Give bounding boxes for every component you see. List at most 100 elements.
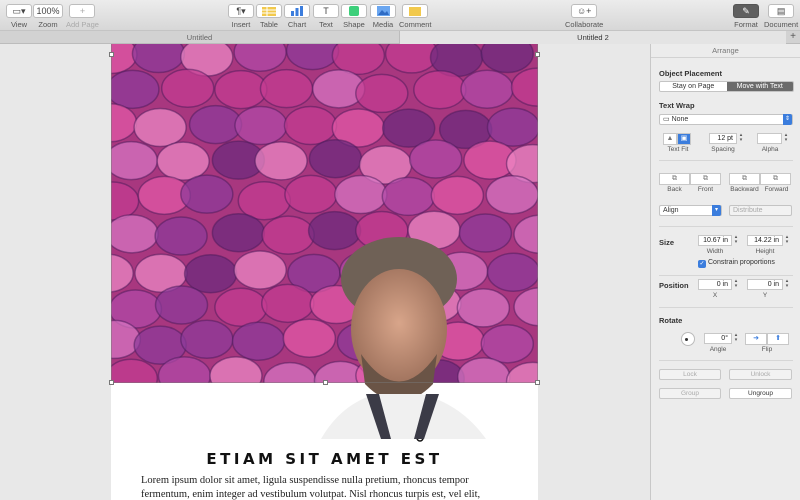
- chart-icon: [284, 4, 310, 18]
- alpha-field[interactable]: [757, 133, 782, 144]
- text-fit-caption: Text Fit: [667, 146, 689, 153]
- shape-button[interactable]: Shape: [341, 4, 367, 29]
- angle-caption: Angle: [709, 346, 727, 353]
- lock-button[interactable]: Lock: [659, 369, 721, 380]
- text-button[interactable]: T Text: [313, 4, 339, 29]
- divider: [659, 226, 793, 227]
- text-wrap-label: Text Wrap: [659, 101, 695, 110]
- plus-icon: +: [69, 4, 96, 18]
- toolbar: ▭▾ View 100% Zoom + Add Page ¶▾ Insert T…: [0, 0, 800, 31]
- paragraph-icon: ¶▾: [228, 4, 254, 18]
- stepper-icon[interactable]: ▴ ▾: [738, 133, 744, 144]
- stepper-icon[interactable]: ▴ ▾: [733, 333, 739, 344]
- back-icon[interactable]: ⧉: [659, 173, 690, 185]
- alpha-caption: Alpha: [761, 146, 779, 153]
- fit-bounds-icon[interactable]: ▣: [677, 133, 691, 145]
- tab-bar: Untitled Untitled 2 +: [0, 31, 800, 44]
- tab-untitled[interactable]: Untitled: [0, 31, 400, 44]
- stay-on-page-option[interactable]: Stay on Page: [660, 82, 727, 91]
- stepper-icon[interactable]: ▴ ▾: [784, 235, 790, 246]
- text-fit-control: ▲ ▣: [663, 133, 691, 145]
- placement-control: Stay on Page Move with Text: [659, 81, 794, 92]
- unlock-button[interactable]: Unlock: [729, 369, 792, 380]
- forward-caption: Forward: [764, 186, 789, 193]
- paintbrush-icon: ✎: [733, 4, 759, 18]
- tab-arrange[interactable]: Arrange: [651, 44, 800, 58]
- insert-button[interactable]: ¶▾ Insert: [228, 4, 254, 29]
- back-front-control: ⧉ ⧉: [659, 173, 721, 185]
- portrait-image[interactable]: [321, 234, 486, 444]
- width-field[interactable]: 10.67 in: [698, 235, 732, 246]
- wrap-icon: ▭: [663, 116, 672, 123]
- constrain-checkbox[interactable]: ✓: [698, 260, 706, 268]
- y-field[interactable]: 0 in: [747, 279, 783, 290]
- object-placement-label: Object Placement: [659, 69, 722, 78]
- media-button[interactable]: Media: [370, 4, 396, 29]
- table-icon: [256, 4, 282, 18]
- align-select[interactable]: Align ▾: [659, 205, 722, 216]
- spacing-field[interactable]: 12 pt: [709, 133, 737, 144]
- new-tab-icon[interactable]: +: [788, 32, 798, 42]
- backward-icon[interactable]: ⧉: [729, 173, 760, 185]
- y-caption: Y: [762, 292, 768, 299]
- width-caption: Width: [706, 248, 724, 255]
- chevron-updown-icon: ⇕: [783, 114, 792, 125]
- size-label: Size: [659, 238, 675, 247]
- document-canvas[interactable]: ETIAM SIT AMET EST Lorem ipsum dolor sit…: [0, 44, 650, 500]
- flip-horizontal-icon[interactable]: ➜: [745, 333, 767, 345]
- table-button[interactable]: Table: [256, 4, 282, 29]
- fit-shape-icon[interactable]: ▲: [663, 133, 677, 145]
- comment-icon: [402, 4, 429, 18]
- document-title[interactable]: ETIAM SIT AMET EST: [111, 450, 538, 468]
- spacing-caption: Spacing: [711, 146, 735, 153]
- front-icon[interactable]: ⧉: [690, 173, 721, 185]
- height-field[interactable]: 14.22 in: [747, 235, 783, 246]
- back-caption: Back: [667, 186, 682, 193]
- height-caption: Height: [755, 248, 775, 255]
- divider: [659, 275, 793, 276]
- divider: [659, 160, 793, 161]
- stepper-icon[interactable]: ▴ ▾: [733, 235, 739, 246]
- distribute-select[interactable]: Distribute: [729, 205, 792, 216]
- comment-button[interactable]: Comment: [399, 4, 432, 29]
- front-caption: Front: [697, 186, 714, 193]
- media-icon: [370, 4, 396, 18]
- angle-field[interactable]: 0°: [704, 333, 732, 344]
- position-label: Position: [659, 281, 689, 290]
- move-with-text-option[interactable]: Move with Text: [726, 82, 793, 91]
- page: ETIAM SIT AMET EST Lorem ipsum dolor sit…: [111, 44, 538, 500]
- chart-button[interactable]: Chart: [284, 4, 310, 29]
- stepper-icon[interactable]: ▴ ▾: [733, 279, 739, 290]
- divider: [659, 307, 793, 308]
- x-field[interactable]: 0 in: [698, 279, 732, 290]
- backward-caption: Backward: [730, 186, 759, 193]
- shape-icon: [341, 4, 367, 18]
- ungroup-button[interactable]: Ungroup: [729, 388, 792, 399]
- stepper-icon[interactable]: ▴ ▾: [784, 279, 790, 290]
- view-button[interactable]: ▭▾ View: [6, 4, 32, 29]
- text-wrap-select[interactable]: ▭ None ⇕: [659, 114, 793, 125]
- document-body[interactable]: Lorem ipsum dolor sit amet, ligula suspe…: [141, 474, 511, 500]
- flip-caption: Flip: [761, 346, 773, 353]
- collaborate-button[interactable]: ☺+ Collaborate: [565, 4, 603, 29]
- stepper-icon[interactable]: ▴ ▾: [783, 133, 789, 144]
- zoom-value: 100%: [33, 4, 63, 18]
- group-button[interactable]: Group: [659, 388, 721, 399]
- format-inspector: Arrange Object Placement Stay on Page Mo…: [650, 44, 800, 500]
- flip-vertical-icon[interactable]: ⬆: [767, 333, 789, 345]
- document-button[interactable]: ▤ Document: [764, 4, 798, 29]
- divider: [659, 360, 793, 361]
- rotate-dial[interactable]: [681, 332, 695, 346]
- x-caption: X: [712, 292, 718, 299]
- zoom-button[interactable]: 100% Zoom: [33, 4, 63, 29]
- rotate-label: Rotate: [659, 316, 683, 325]
- forward-icon[interactable]: ⧉: [760, 173, 791, 185]
- view-icon: ▭▾: [6, 4, 32, 18]
- collaborate-icon: ☺+: [571, 4, 598, 18]
- tab-untitled-2[interactable]: Untitled 2: [400, 31, 786, 44]
- backward-forward-control: ⧉ ⧉: [729, 173, 791, 185]
- chevron-down-icon: ▾: [712, 205, 721, 216]
- format-button[interactable]: ✎ Format: [733, 4, 759, 29]
- add-page-button[interactable]: + Add Page: [66, 4, 99, 29]
- document-icon: ▤: [768, 4, 795, 18]
